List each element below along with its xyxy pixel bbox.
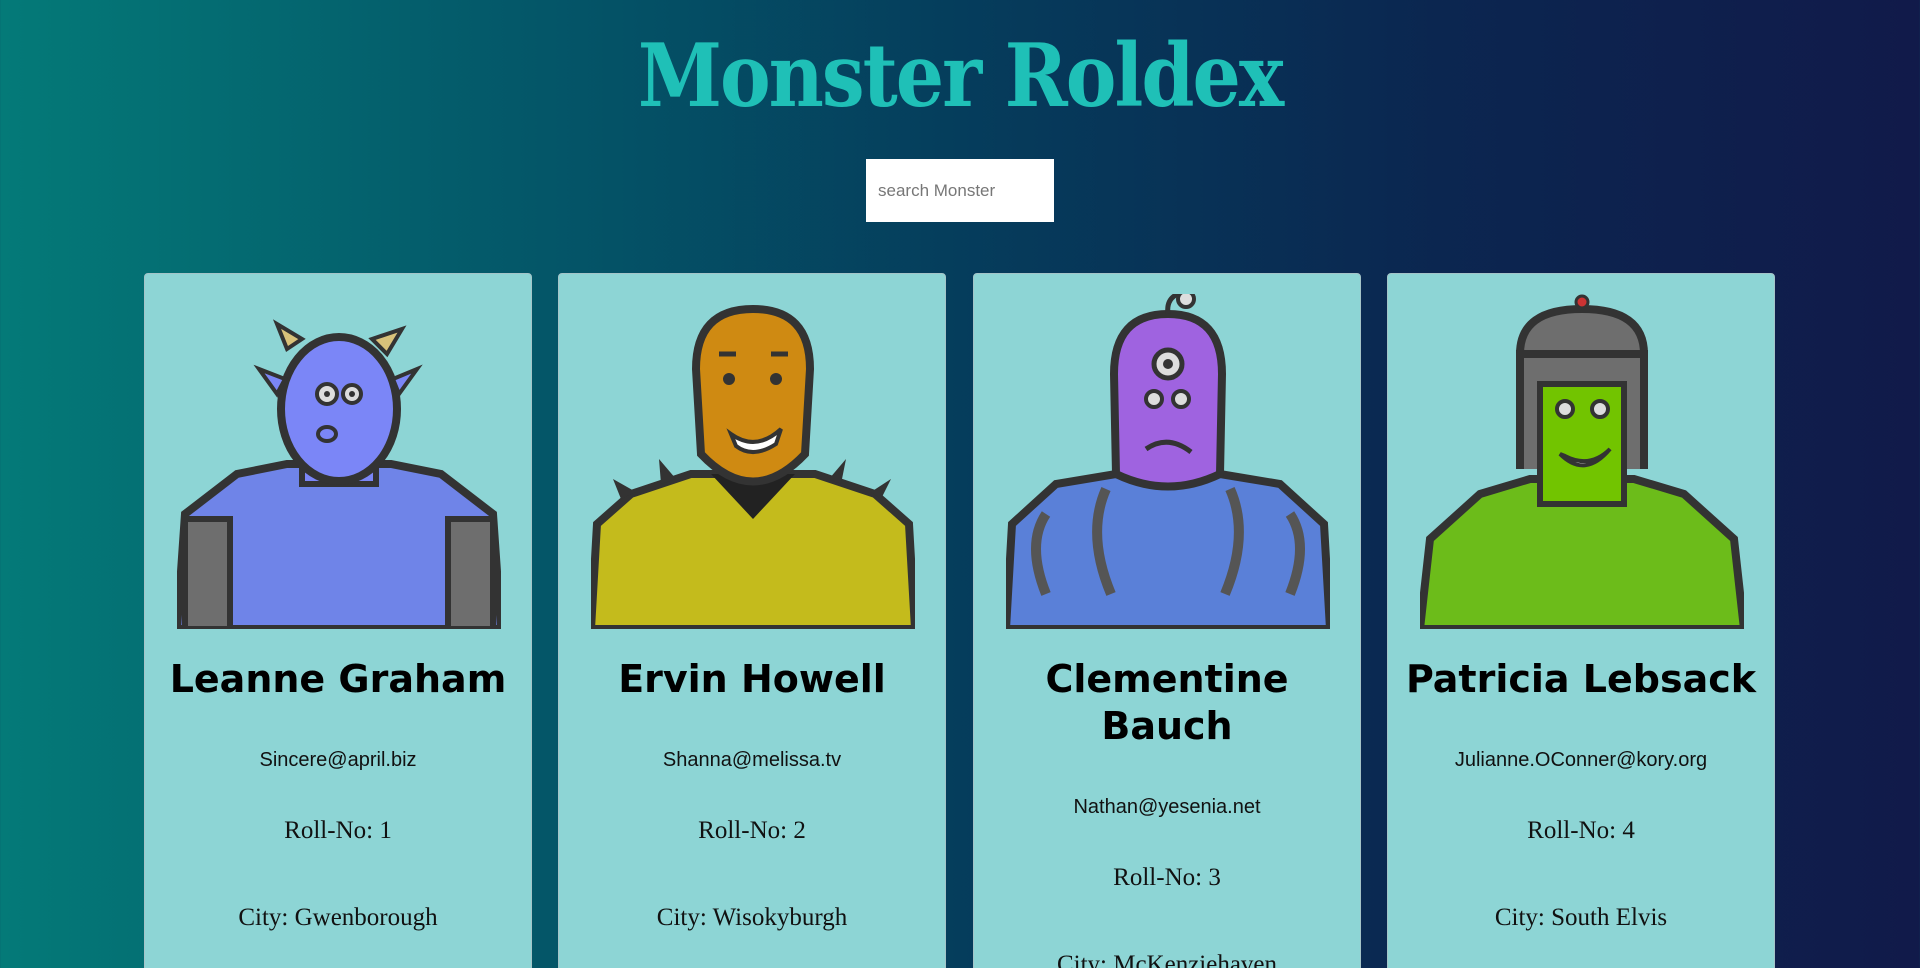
monster-city: City: Wisokyburgh — [656, 904, 848, 931]
monster-roll-no: Roll-No: 2 — [698, 817, 806, 844]
monster-city: City: South Elvis — [1494, 904, 1668, 931]
monster-name: Ervin Howell — [618, 657, 886, 701]
monster-avatar — [1006, 294, 1330, 629]
search-input[interactable] — [866, 159, 1054, 222]
monster-email: Sincere@april.biz — [259, 749, 417, 771]
monster-roll-no: Roll-No: 3 — [1113, 864, 1221, 891]
monster-card[interactable]: Ervin Howell Shanna@melissa.tv Roll-No: … — [558, 273, 946, 968]
monster-name: Leanne Graham — [169, 657, 507, 701]
monster-roll-no: Roll-No: 4 — [1527, 817, 1635, 844]
monster-card[interactable]: Clementine Bauch Nathan@yesenia.net Roll… — [973, 273, 1361, 968]
monster-email: Julianne.OConner@kory.org — [1454, 749, 1708, 771]
monster-robot-icon — [1420, 294, 1744, 629]
monster-card[interactable]: Leanne Graham Sincere@april.biz Roll-No:… — [144, 273, 532, 968]
monster-email: Nathan@yesenia.net — [1073, 796, 1261, 818]
monster-city: City: Gwenborough — [238, 904, 438, 931]
card-list: Leanne Graham Sincere@april.biz Roll-No:… — [144, 273, 1776, 968]
monster-roll-no: Roll-No: 1 — [284, 817, 392, 844]
monster-email: Shanna@melissa.tv — [662, 749, 842, 771]
monster-avatar — [177, 294, 501, 629]
monster-avatar — [1420, 294, 1744, 629]
monster-name: Clementine Bauch — [1045, 657, 1289, 748]
monster-robot-icon — [1006, 294, 1330, 629]
monster-name: Patricia Lebsack — [1405, 657, 1757, 701]
monster-city: City: McKenziehaven — [1056, 951, 1278, 968]
monster-robot-icon — [591, 304, 915, 629]
monster-avatar — [591, 294, 915, 629]
app-title: Monster Roldex — [637, 24, 1284, 127]
monster-robot-icon — [177, 319, 501, 629]
search-box — [866, 159, 1054, 222]
monster-card[interactable]: Patricia Lebsack Julianne.OConner@kory.o… — [1387, 273, 1775, 968]
